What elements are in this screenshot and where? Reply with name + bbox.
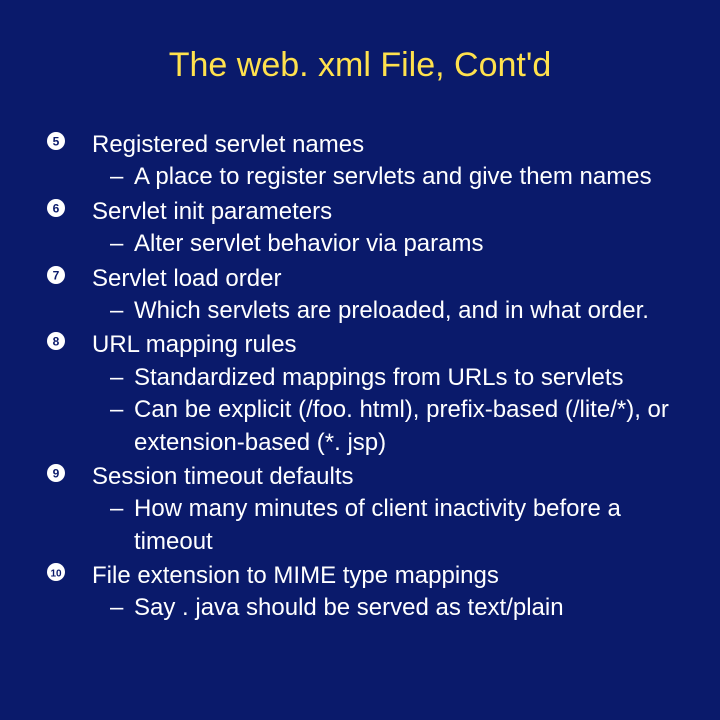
list-item-title: Servlet init parameters — [92, 196, 332, 228]
list-item: 9 Session timeout defaults–How many minut… — [46, 461, 680, 558]
sub-list-item: –Say . java should be served as text/pla… — [110, 592, 680, 624]
list-item-title: Registered servlet names — [92, 129, 364, 161]
sub-list-item: –A place to register servlets and give t… — [110, 161, 680, 193]
list-item: 5 Registered servlet names–A place to reg… — [46, 129, 680, 194]
sub-list-text: How many minutes of client inactivity be… — [134, 493, 680, 558]
number-bullet-icon: 9 — [46, 461, 92, 483]
svg-text:8: 8 — [53, 335, 60, 349]
list-item-title: File extension to MIME type mappings — [92, 560, 499, 592]
list-item: 10 File extension to MIME type mappings–S… — [46, 560, 680, 625]
list-item-title: Session timeout defaults — [92, 461, 353, 493]
svg-text:10: 10 — [50, 569, 62, 580]
sub-list-text: Standardized mappings from URLs to servl… — [134, 362, 624, 394]
sub-list-text: Alter servlet behavior via params — [134, 228, 483, 260]
slide-content: 5Registered servlet names–A place to reg… — [40, 129, 680, 625]
sub-list-item: –Standardized mappings from URLs to serv… — [110, 362, 680, 394]
number-bullet-icon: 7 — [46, 263, 92, 285]
dash-bullet-icon: – — [110, 394, 134, 426]
sub-list-text: Say . java should be served as text/plai… — [134, 592, 564, 624]
number-bullet-icon: 6 — [46, 196, 92, 218]
list-item-title: URL mapping rules — [92, 329, 297, 361]
svg-text:7: 7 — [53, 268, 60, 282]
number-bullet-icon: 10 — [46, 560, 92, 582]
list-item: 6 Servlet init parameters–Alter servlet b… — [46, 196, 680, 261]
number-bullet-icon: 8 — [46, 329, 92, 351]
sub-list-text: A place to register servlets and give th… — [134, 161, 652, 193]
svg-text:6: 6 — [53, 201, 60, 215]
sub-list-item: –Alter servlet behavior via params — [110, 228, 680, 260]
sub-list-text: Which servlets are preloaded, and in wha… — [134, 295, 649, 327]
dash-bullet-icon: – — [110, 161, 134, 193]
list-item: 8URL mapping rules–Standardized mappings… — [46, 329, 680, 459]
list-item-title: Servlet load order — [92, 263, 281, 295]
dash-bullet-icon: – — [110, 228, 134, 260]
dash-bullet-icon: – — [110, 592, 134, 624]
sub-list-item: –How many minutes of client inactivity b… — [110, 493, 680, 558]
dash-bullet-icon: – — [110, 295, 134, 327]
number-bullet-icon: 5 — [46, 129, 92, 151]
sub-list-text: Can be explicit (/foo. html), prefix-bas… — [134, 394, 680, 459]
slide-title: The web. xml File, Cont'd — [40, 46, 680, 85]
svg-text:5: 5 — [53, 135, 60, 149]
sub-list-item: –Can be explicit (/foo. html), prefix-ba… — [110, 394, 680, 459]
svg-text:9: 9 — [53, 466, 60, 480]
dash-bullet-icon: – — [110, 493, 134, 525]
sub-list-item: –Which servlets are preloaded, and in wh… — [110, 295, 680, 327]
list-item: 7 Servlet load order–Which servlets are p… — [46, 263, 680, 328]
dash-bullet-icon: – — [110, 362, 134, 394]
